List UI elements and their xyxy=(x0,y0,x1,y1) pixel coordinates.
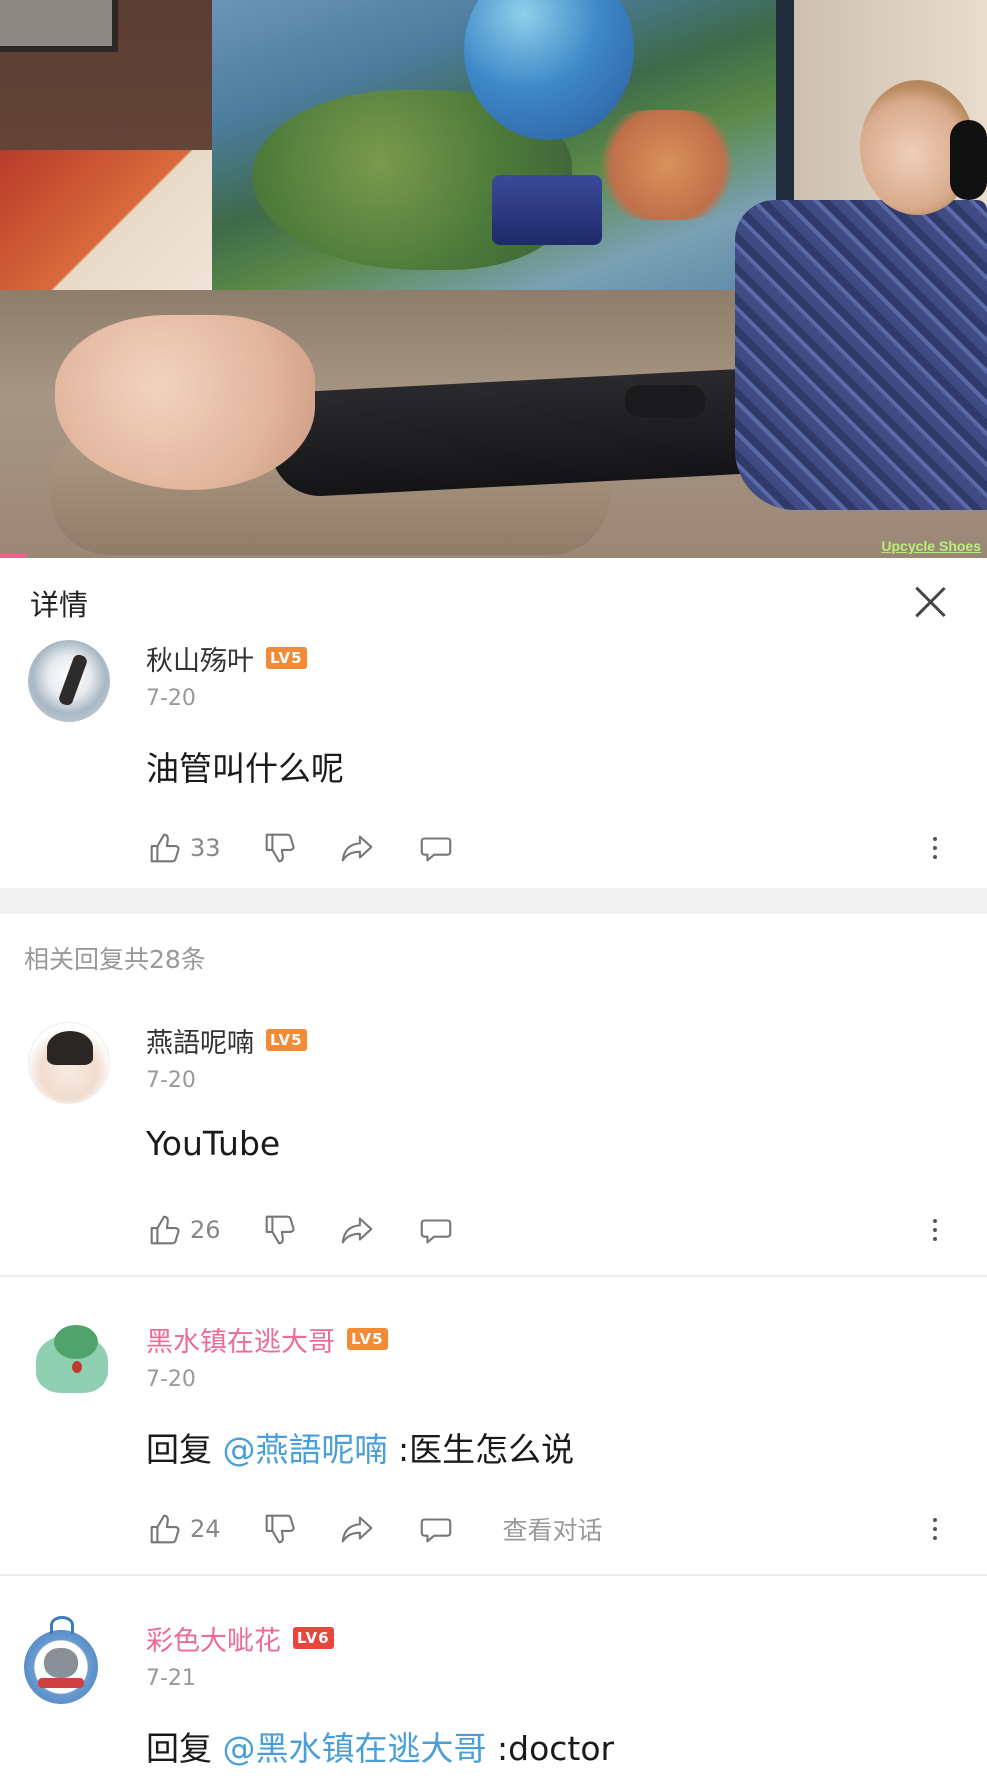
username[interactable]: 黑水镇在逃大哥 xyxy=(146,1320,335,1359)
comment-text: 回复 @燕語呢喃 :医生怎么说 xyxy=(146,1423,574,1471)
avatar[interactable] xyxy=(28,640,110,722)
dislike-button[interactable] xyxy=(261,1510,299,1548)
comment-actions: 24 查看对话 xyxy=(146,1509,966,1549)
wall-picture-frame xyxy=(0,0,118,52)
user-line: 黑水镇在逃大哥 LV5 xyxy=(146,1320,388,1359)
like-button[interactable]: 26 xyxy=(146,1211,221,1249)
share-button[interactable] xyxy=(339,1211,377,1249)
comment-actions: 33 xyxy=(146,828,966,868)
tv-screen xyxy=(212,0,794,297)
avatar-bulb xyxy=(54,1325,98,1359)
username[interactable]: 秋山殇叶 xyxy=(146,639,254,678)
game-town xyxy=(592,110,742,220)
panel-header: 详情 xyxy=(0,572,987,630)
avatar-eye xyxy=(72,1361,82,1373)
thumbs-up-icon xyxy=(150,833,180,863)
headset xyxy=(950,120,987,200)
divider xyxy=(0,1574,987,1576)
like-count: 33 xyxy=(190,834,221,862)
share-button[interactable] xyxy=(339,1510,377,1548)
divider xyxy=(0,1275,987,1277)
video-watermark: Upcycle Shoes xyxy=(881,538,981,554)
video-player[interactable]: Upcycle Shoes xyxy=(0,0,987,558)
thumbs-down-icon xyxy=(265,1215,295,1245)
comment-text: 油管叫什么呢 xyxy=(146,749,344,788)
reply-prefix: 回复 xyxy=(146,1729,212,1768)
game-bus xyxy=(492,175,602,245)
chat-bubble-icon xyxy=(420,1219,451,1244)
comment-text: YouTube xyxy=(146,1124,281,1163)
blanket xyxy=(0,150,230,300)
related-replies-header: 相关回复共28条 xyxy=(24,945,206,974)
like-count: 26 xyxy=(190,1216,221,1244)
reply-item: 彩色大呲花 LV6 7-21 回复 @黑水镇在逃大哥 :doctor xyxy=(0,1610,987,1792)
reply-body: :doctor xyxy=(497,1729,615,1768)
view-conversation-link[interactable]: 查看对话 xyxy=(503,1511,603,1547)
reply-button[interactable] xyxy=(417,1211,455,1249)
video-progress-bar[interactable] xyxy=(0,554,26,558)
level-badge: LV5 xyxy=(266,1029,307,1051)
chat-bubble-icon xyxy=(420,837,451,862)
avatar-scarf xyxy=(38,1678,84,1688)
avatar-face xyxy=(44,1648,78,1678)
mention-link[interactable]: @黑水镇在逃大哥 xyxy=(223,1729,487,1768)
comment-date: 7-21 xyxy=(146,1666,196,1691)
comment-text: 回复 @黑水镇在逃大哥 :doctor xyxy=(146,1722,614,1770)
username[interactable]: 燕語呢喃 xyxy=(146,1021,254,1060)
level-badge: LV5 xyxy=(347,1328,388,1350)
comment-actions: 26 xyxy=(146,1210,966,1250)
avatar[interactable] xyxy=(28,1022,110,1104)
like-count: 24 xyxy=(190,1515,221,1543)
close-icon[interactable] xyxy=(905,576,955,626)
reply-prefix: 回复 xyxy=(146,1430,212,1469)
dislike-button[interactable] xyxy=(261,1211,299,1249)
more-options-icon[interactable] xyxy=(930,1509,940,1549)
level-badge: LV6 xyxy=(293,1627,334,1649)
thumbs-up-icon xyxy=(150,1215,180,1245)
thumbs-up-icon xyxy=(150,1514,180,1544)
user-line: 彩色大呲花 LV6 xyxy=(146,1619,334,1658)
main-comment: 秋山殇叶 LV5 7-20 油管叫什么呢 33 xyxy=(0,640,987,890)
more-options-icon[interactable] xyxy=(930,828,940,868)
person-shirt xyxy=(735,200,987,510)
game-controller xyxy=(625,385,705,417)
avatar[interactable] xyxy=(10,1610,110,1710)
username[interactable]: 彩色大呲花 xyxy=(146,1619,281,1658)
share-arrow-icon xyxy=(341,1217,372,1244)
avatar[interactable] xyxy=(28,1321,110,1403)
like-button[interactable]: 24 xyxy=(146,1510,221,1548)
reply-button[interactable] xyxy=(417,829,455,867)
reply-button[interactable] xyxy=(417,1510,455,1548)
section-separator xyxy=(0,888,987,914)
share-arrow-icon xyxy=(341,835,372,862)
share-button[interactable] xyxy=(339,829,377,867)
level-badge: LV5 xyxy=(266,647,307,669)
more-options-icon[interactable] xyxy=(930,1210,940,1250)
comment-date: 7-20 xyxy=(146,1367,196,1392)
thumbs-down-icon xyxy=(265,1514,295,1544)
share-arrow-icon xyxy=(341,1516,372,1543)
comment-date: 7-20 xyxy=(146,686,196,711)
reply-item: 黑水镇在逃大哥 LV5 7-20 回复 @燕語呢喃 :医生怎么说 24 查看对话 xyxy=(0,1321,987,1571)
chat-bubble-icon xyxy=(420,1518,451,1543)
user-line: 秋山殇叶 LV5 xyxy=(146,639,307,678)
user-line: 燕語呢喃 LV5 xyxy=(146,1021,307,1060)
comment-date: 7-20 xyxy=(146,1068,196,1093)
avatar-hanger xyxy=(50,1616,74,1634)
mention-link[interactable]: @燕語呢喃 xyxy=(223,1430,388,1469)
like-button[interactable]: 33 xyxy=(146,829,221,867)
panel-title: 详情 xyxy=(30,588,89,622)
thumbs-down-icon xyxy=(265,833,295,863)
reply-item: 燕語呢喃 LV5 7-20 YouTube 26 xyxy=(0,1022,987,1272)
dislike-button[interactable] xyxy=(261,829,299,867)
reply-body: :医生怎么说 xyxy=(398,1430,575,1469)
